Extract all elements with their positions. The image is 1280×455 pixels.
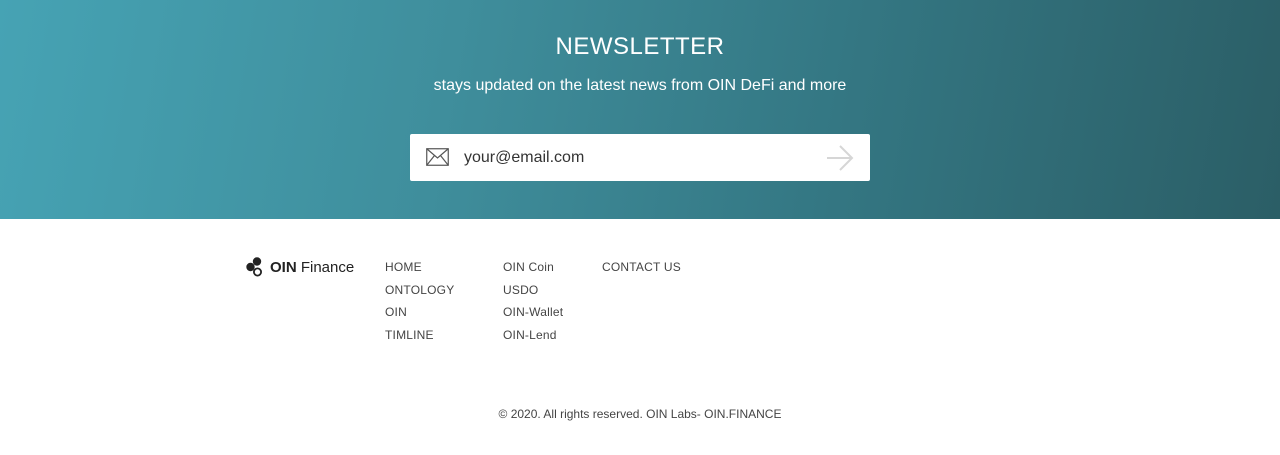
newsletter-subtitle: stays updated on the latest news from OI… (433, 77, 847, 94)
newsletter-form (410, 134, 870, 181)
footer-link-oin-coin[interactable]: OIN Coin (503, 259, 563, 282)
footer-link-oin-lend[interactable]: OIN-Lend (503, 327, 563, 350)
footer-link-oin[interactable]: OIN (385, 304, 454, 327)
copyright-text: © 2020. All rights reserved. OIN Labs- O… (498, 407, 782, 421)
envelope-icon (426, 148, 449, 166)
newsletter-title: NEWSLETTER (555, 33, 725, 60)
footer-link-home[interactable]: HOME (385, 259, 454, 282)
subscribe-submit-button[interactable] (826, 145, 854, 171)
newsletter-section: NEWSLETTER stays updated on the latest n… (0, 0, 1280, 219)
footer-link-timline[interactable]: TIMLINE (385, 327, 454, 350)
footer-link-contact-us[interactable]: CONTACT US (602, 259, 681, 282)
footer-column-contact: CONTACT US (602, 259, 681, 282)
footer-link-oin-wallet[interactable]: OIN-Wallet (503, 304, 563, 327)
arrow-right-icon (827, 145, 854, 171)
footer-logo[interactable]: OIN Finance (246, 257, 354, 277)
footer-link-ontology[interactable]: ONTOLOGY (385, 282, 454, 305)
oin-logo-icon (246, 257, 262, 277)
footer-column-site: HOME ONTOLOGY OIN TIMLINE (385, 259, 454, 349)
footer-link-usdo[interactable]: USDO (503, 282, 563, 305)
email-input[interactable] (464, 142, 804, 173)
footer-column-products: OIN Coin USDO OIN-Wallet OIN-Lend (503, 259, 563, 349)
logo-text: OIN Finance (270, 258, 355, 276)
